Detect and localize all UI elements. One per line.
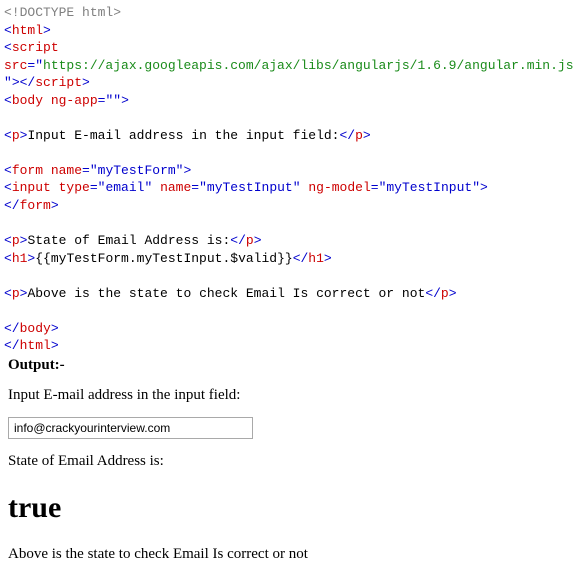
form-name-val: myTestForm xyxy=(98,163,176,178)
p3-end-tag: p xyxy=(441,286,449,301)
input-open-bracket: < xyxy=(4,180,12,195)
form-close-bracket: > xyxy=(183,163,191,178)
eq-quote-5: =" xyxy=(191,180,207,195)
form-end-gt: > xyxy=(51,198,59,213)
body-end-tag: body xyxy=(20,321,51,336)
html-end-bracket: </ xyxy=(4,338,20,353)
h1-open-bracket: < xyxy=(4,251,12,266)
p1-open-bracket: < xyxy=(4,128,12,143)
output-result: true xyxy=(8,488,577,529)
script-tag: script xyxy=(12,40,59,55)
empty-line-5 xyxy=(4,303,12,318)
body-open-bracket: < xyxy=(4,93,12,108)
form-open-bracket: < xyxy=(4,163,12,178)
input-type-val: email xyxy=(105,180,144,195)
script-close-mid: ></ xyxy=(12,75,35,90)
html-close-bracket: > xyxy=(43,23,51,38)
input-name-attr: name xyxy=(152,180,191,195)
p2-tag: p xyxy=(12,233,20,248)
output-p1: Input E-mail address in the input field: xyxy=(8,385,577,405)
script-tag-end: script xyxy=(35,75,82,90)
p2-end-bracket: </ xyxy=(230,233,246,248)
quote-close-6: " xyxy=(472,180,480,195)
p3-end-gt: > xyxy=(449,286,457,301)
script-src-val: https://ajax.googleapis.com/ajax/libs/an… xyxy=(43,58,574,73)
p1-end-tag: p xyxy=(355,128,363,143)
input-type-attr: type xyxy=(51,180,90,195)
input-model-val: myTestInput xyxy=(386,180,472,195)
empty-line-1 xyxy=(4,110,12,125)
p3-tag: p xyxy=(12,286,20,301)
output-label: Output:- xyxy=(8,355,581,375)
html-open-bracket: < xyxy=(4,23,12,38)
form-end-tag: form xyxy=(20,198,51,213)
form-tag: form xyxy=(12,163,43,178)
html-tag: html xyxy=(12,23,43,38)
eq-quote: =" xyxy=(27,58,43,73)
p3-end-bracket: </ xyxy=(425,286,441,301)
p2-end-tag: p xyxy=(246,233,254,248)
input-close-bracket: > xyxy=(480,180,488,195)
input-name-val: myTestInput xyxy=(207,180,293,195)
p1-tag: p xyxy=(12,128,20,143)
p1-end-gt: > xyxy=(363,128,371,143)
quote-close-2: " xyxy=(113,93,121,108)
html-end-gt: > xyxy=(51,338,59,353)
eq-quote-3: =" xyxy=(82,163,98,178)
form-name-attr: name xyxy=(43,163,82,178)
empty-line-4 xyxy=(4,268,12,283)
quote-close-5: " xyxy=(293,180,301,195)
html-end-tag: html xyxy=(20,338,51,353)
h1-end-bracket: </ xyxy=(293,251,309,266)
body-close-bracket: > xyxy=(121,93,129,108)
p2-text: State of Email Address is: xyxy=(27,233,230,248)
quote-close: " xyxy=(4,75,12,90)
empty-line-2 xyxy=(4,145,12,160)
output-p2: State of Email Address is: xyxy=(8,451,577,471)
p1-text: Input E-mail address in the input field: xyxy=(27,128,339,143)
h1-end-tag: h1 xyxy=(308,251,324,266)
form-end-bracket: </ xyxy=(4,198,20,213)
input-model-attr: ng-model xyxy=(301,180,371,195)
p3-open-bracket: < xyxy=(4,286,12,301)
eq-quote-6: =" xyxy=(371,180,387,195)
p3-text: Above is the state to check Email Is cor… xyxy=(27,286,425,301)
eq-quote-2: =" xyxy=(98,93,114,108)
script-open-bracket: < xyxy=(4,40,12,55)
h1-text: {{myTestForm.myTestInput.$valid}} xyxy=(35,251,292,266)
h1-end-gt: > xyxy=(324,251,332,266)
p2-open-bracket: < xyxy=(4,233,12,248)
h1-tag: h1 xyxy=(12,251,28,266)
doctype-line: <!DOCTYPE html> xyxy=(4,5,121,20)
p2-end-gt: > xyxy=(254,233,262,248)
body-end-gt: > xyxy=(51,321,59,336)
body-end-bracket: </ xyxy=(4,321,20,336)
script-gt: > xyxy=(82,75,90,90)
code-block: <!DOCTYPE html> <html> <script src="http… xyxy=(4,4,581,355)
input-tag: input xyxy=(12,180,51,195)
body-ngapp-attr: ng-app xyxy=(43,93,98,108)
output-section: Input E-mail address in the input field:… xyxy=(4,385,581,564)
output-p3: Above is the state to check Email Is cor… xyxy=(8,544,577,564)
empty-line-3 xyxy=(4,216,12,231)
email-input[interactable] xyxy=(8,417,253,439)
p1-end-bracket: </ xyxy=(340,128,356,143)
body-tag: body xyxy=(12,93,43,108)
eq-quote-4: =" xyxy=(90,180,106,195)
